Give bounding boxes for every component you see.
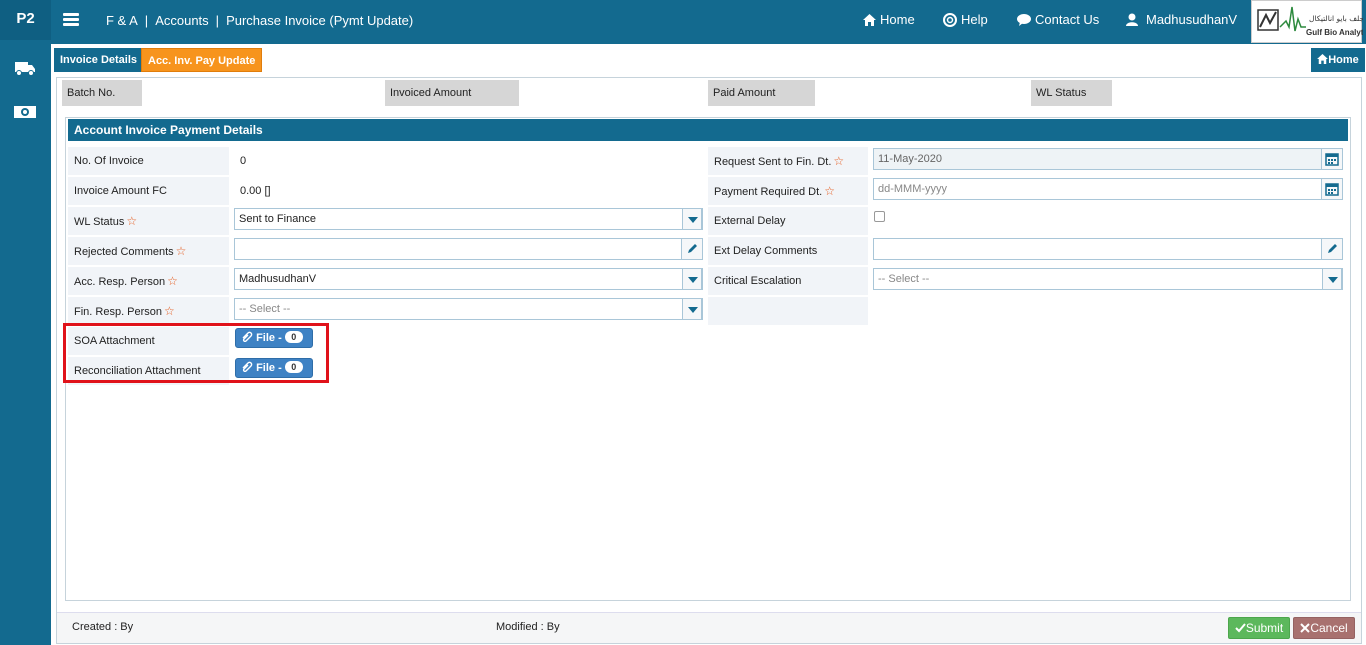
rejected-comments-label: Rejected Comments ☆ (68, 237, 229, 265)
nav-help[interactable]: Help (943, 12, 988, 27)
fin-resp-person-label: Fin. Resp. Person ☆ (68, 297, 229, 325)
acc-resp-person-select[interactable]: MadhusudhanV (234, 268, 703, 290)
cancel-button[interactable]: Cancel (1293, 617, 1355, 639)
request-sent-date-input[interactable]: 11-May-2020 (873, 148, 1343, 170)
no-of-invoice-label: No. Of Invoice (68, 147, 229, 175)
tab-invoice-details[interactable]: Invoice Details (54, 48, 144, 72)
nav-user[interactable]: MadhusudhanV (1126, 12, 1237, 27)
critical-escalation-select[interactable]: -- Select -- (873, 268, 1343, 290)
invoice-amount-fc-label: Invoice Amount FC (68, 177, 229, 205)
ext-delay-comments-input[interactable] (873, 238, 1343, 260)
wl-status-select[interactable]: Sent to Finance (234, 208, 703, 230)
invoiced-amount-label: Invoiced Amount (385, 80, 519, 106)
truck-icon[interactable] (13, 59, 37, 77)
batch-no-label: Batch No. (62, 80, 142, 106)
calendar-icon[interactable] (1321, 148, 1343, 170)
acc-resp-person-label: Acc. Resp. Person ☆ (68, 267, 229, 295)
pencil-icon[interactable] (1321, 238, 1343, 260)
payment-required-date-input[interactable]: dd-MMM-yyyy (873, 178, 1343, 200)
submit-button[interactable]: Submit (1228, 617, 1290, 639)
home-button[interactable]: Home (1311, 48, 1365, 72)
top-bar: F & A | Accounts | Purchase Invoice (Pymt Up… (51, 0, 1366, 44)
home-icon (863, 13, 876, 26)
created-by: Created : By (72, 621, 134, 633)
paid-amount-label: Paid Amount (708, 80, 815, 106)
nav-contact[interactable]: Contact Us (1017, 12, 1099, 27)
fin-resp-person-select[interactable]: -- Select -- (234, 298, 703, 320)
panel-title: Account Invoice Payment Details (68, 119, 1348, 141)
svg-text:جلف بايو انالتيكال: جلف بايو انالتيكال (1309, 14, 1363, 23)
request-sent-label: Request Sent to Fin. Dt. ☆ (708, 147, 868, 175)
footer (57, 612, 1361, 643)
rejected-comments-input[interactable] (234, 238, 703, 260)
chevron-down-icon[interactable] (682, 298, 702, 320)
critical-escalation-label: Critical Escalation (708, 267, 868, 295)
breadcrumb-item[interactable]: Accounts (155, 13, 208, 28)
empty-cell (708, 297, 868, 325)
svg-text:Gulf Bio Analytical: Gulf Bio Analytical (1306, 28, 1363, 37)
wl-status-field-label: WL Status ☆ (68, 207, 229, 235)
breadcrumb-item[interactable]: F & A (106, 13, 138, 28)
calendar-icon[interactable] (1321, 178, 1343, 200)
ext-delay-comments-label: Ext Delay Comments (708, 237, 868, 265)
company-logo: جلف بايو انالتيكال Gulf Bio Analytical (1251, 0, 1366, 43)
modified-by: Modified : By (496, 621, 560, 633)
brand-logo[interactable]: P2 (0, 0, 51, 40)
nav-home[interactable]: Home (863, 12, 915, 27)
menu-toggle-icon[interactable] (63, 13, 79, 27)
chevron-down-icon[interactable] (682, 268, 702, 290)
attachment-highlight-box (63, 323, 329, 383)
payment-required-label: Payment Required Dt. ☆ (708, 177, 868, 205)
tab-acc-inv-pay-update[interactable]: Acc. Inv. Pay Update (141, 48, 263, 72)
home-icon (1317, 54, 1329, 64)
chevron-down-icon[interactable] (682, 208, 702, 230)
sidebar: P2 (0, 0, 51, 645)
chat-icon (1017, 13, 1031, 26)
close-icon (1300, 623, 1311, 633)
external-delay-label: External Delay (708, 207, 868, 235)
no-of-invoice-value: 0 (240, 155, 247, 167)
breadcrumb: F & A | Accounts | Purchase Invoice (Pymt Up… (106, 13, 414, 28)
check-icon (1235, 623, 1246, 633)
money-icon[interactable] (13, 103, 37, 121)
invoice-amount-fc-value: 0.00 [] (240, 185, 271, 197)
chevron-down-icon[interactable] (1322, 268, 1342, 290)
lifebuoy-icon (943, 12, 957, 27)
user-icon (1126, 13, 1138, 26)
wl-status-label: WL Status (1031, 80, 1112, 106)
pencil-icon[interactable] (681, 238, 703, 260)
breadcrumb-current: Purchase Invoice (Pymt Update) (226, 13, 414, 28)
external-delay-checkbox[interactable] (874, 211, 885, 222)
